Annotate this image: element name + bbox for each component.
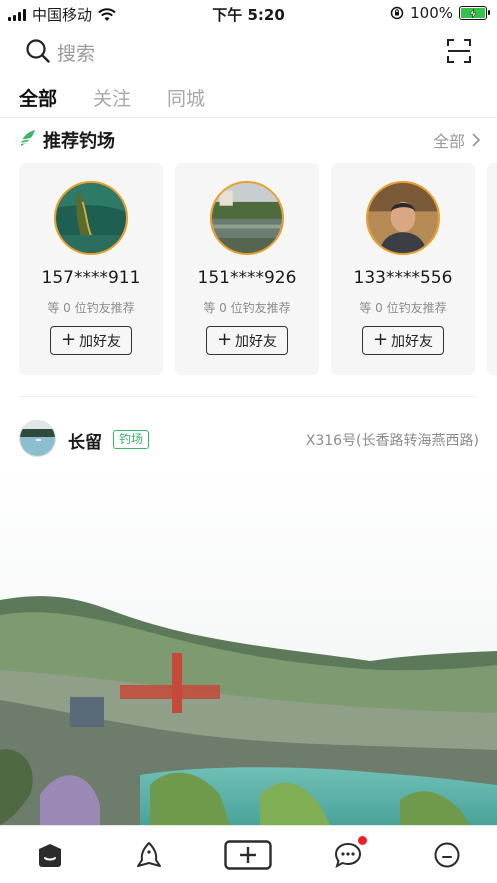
add-friend-button[interactable]: + 加好友 xyxy=(50,326,132,355)
avatar[interactable] xyxy=(54,181,128,255)
battery-icon xyxy=(459,6,490,20)
avatar-image xyxy=(56,183,126,253)
search-bar[interactable]: 搜索 xyxy=(0,30,497,74)
rotation-lock-icon xyxy=(390,6,404,20)
avatar[interactable] xyxy=(210,181,284,255)
status-right: 100% xyxy=(390,4,490,22)
see-all-label: 全部 xyxy=(432,132,465,151)
post-author[interactable]: 长留 xyxy=(68,428,102,453)
search-icon[interactable] xyxy=(25,38,51,64)
fishing-spot-icon xyxy=(19,130,35,146)
add-friend-button[interactable]: + 加好友 xyxy=(206,326,288,355)
card-name: 133****556 xyxy=(353,268,453,288)
nav-fish[interactable] xyxy=(132,838,166,872)
avatar-image xyxy=(20,421,55,456)
post-photo xyxy=(0,465,497,825)
battery-percent: 100% xyxy=(410,4,453,22)
card-subtitle: 等 0 位钓友推荐 xyxy=(359,301,447,315)
recommend-card-partial[interactable] xyxy=(487,163,497,375)
card-name: 157****911 xyxy=(41,268,141,288)
add-friend-label: 加好友 xyxy=(79,333,122,350)
home-icon xyxy=(39,844,61,867)
avatar[interactable] xyxy=(366,181,440,255)
recommend-card[interactable]: 151****926 等 0 位钓友推荐 + 加好友 xyxy=(175,163,319,375)
profile-icon xyxy=(434,842,460,868)
add-friend-label: 加好友 xyxy=(235,333,278,350)
fish-icon xyxy=(137,842,161,867)
tab-all[interactable]: 全部 xyxy=(19,84,57,111)
divider xyxy=(0,117,497,118)
unread-dot xyxy=(358,836,367,845)
add-icon xyxy=(224,840,272,870)
add-friend-button[interactable]: + 加好友 xyxy=(362,326,444,355)
post-badge: 钓场 xyxy=(113,430,150,449)
feed-tabs: 全部 关注 同城 xyxy=(19,84,205,111)
search-input[interactable]: 搜索 xyxy=(57,39,95,66)
post-image[interactable] xyxy=(0,465,497,825)
add-friend-label: 加好友 xyxy=(391,333,434,350)
divider xyxy=(20,396,477,397)
scan-icon[interactable] xyxy=(446,38,472,64)
status-bar: 中国移动 下午 5:20 100% xyxy=(0,0,497,26)
post-location[interactable]: X316号(长香路转海燕西路) xyxy=(306,430,479,450)
nav-profile[interactable] xyxy=(430,838,464,872)
tab-local[interactable]: 同城 xyxy=(167,84,205,111)
plus-icon: + xyxy=(216,328,233,350)
tab-following[interactable]: 关注 xyxy=(93,84,131,111)
avatar-image xyxy=(368,183,438,253)
nav-messages[interactable] xyxy=(331,836,367,872)
plus-icon: + xyxy=(60,328,77,350)
plus-icon: + xyxy=(372,328,389,350)
recommend-cards: 157****911 等 0 位钓友推荐 + 加好友 151****926 等 … xyxy=(19,163,497,375)
card-subtitle: 等 0 位钓友推荐 xyxy=(47,301,135,315)
post-header: 长留 钓场 X316号(长香路转海燕西路) xyxy=(19,420,479,458)
card-subtitle: 等 0 位钓友推荐 xyxy=(203,301,291,315)
chevron-right-icon xyxy=(472,133,481,147)
recommend-card[interactable]: 133****556 等 0 位钓友推荐 + 加好友 xyxy=(331,163,475,375)
section-title: 推荐钓场 xyxy=(43,131,115,152)
bottom-nav xyxy=(0,825,497,883)
nav-home[interactable] xyxy=(33,838,67,872)
nav-add[interactable] xyxy=(224,838,272,872)
post-avatar[interactable] xyxy=(19,420,56,457)
recommend-card[interactable]: 157****911 等 0 位钓友推荐 + 加好友 xyxy=(19,163,163,375)
recommend-header: 推荐钓场 全部 xyxy=(19,125,481,153)
see-all-link[interactable]: 全部 xyxy=(433,128,481,152)
card-name: 151****926 xyxy=(197,268,297,288)
avatar-image xyxy=(212,183,282,253)
message-icon xyxy=(334,842,362,869)
